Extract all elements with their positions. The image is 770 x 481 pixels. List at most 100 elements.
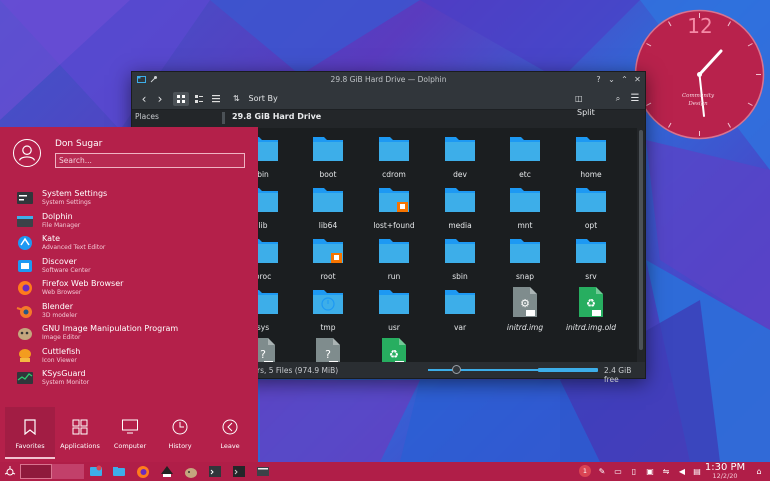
file-item[interactable]: media: [430, 184, 490, 236]
file-item[interactable]: ♻ initrd.img.old: [561, 286, 621, 338]
taskbar-inkscape-icon[interactable]: [160, 464, 174, 479]
file-name: var: [453, 323, 467, 332]
back-icon[interactable]: ‹: [138, 92, 150, 106]
launcher-app-item[interactable]: KSysGuard System Monitor: [16, 368, 251, 388]
hamburger-menu-icon[interactable]: ☰: [629, 92, 641, 106]
discover-icon: [18, 259, 32, 272]
file-item[interactable]: srv: [561, 235, 621, 287]
taskbar-firefox-icon[interactable]: [136, 464, 150, 479]
file-item[interactable]: lib64: [298, 184, 358, 236]
notification-count-badge[interactable]: 1: [579, 465, 591, 477]
scrollbar-thumb[interactable]: [639, 130, 643, 350]
help-icon[interactable]: ?: [593, 74, 604, 85]
launcher-tab-applications[interactable]: Applications: [55, 407, 105, 459]
file-item[interactable]: lost+found: [364, 184, 424, 236]
taskbar-dolphin-icon[interactable]: [112, 464, 126, 479]
forward-icon[interactable]: ›: [154, 92, 166, 106]
clock-caption: Community Design: [681, 93, 715, 107]
file-item[interactable]: ?: [298, 337, 358, 362]
file-name: root: [320, 272, 336, 281]
location-breadcrumb[interactable]: 29.8 GiB Hard Drive: [232, 112, 321, 121]
app-description: Advanced Text Editor: [42, 244, 106, 251]
display-icon[interactable]: ▣: [645, 466, 655, 477]
minimize-icon[interactable]: ⌄: [606, 74, 617, 85]
search-icon[interactable]: ⌕: [612, 92, 624, 106]
analog-clock-widget[interactable]: 12 Community Design: [633, 8, 766, 141]
sort-by-button[interactable]: ⇅ Sort By ⌄: [233, 92, 289, 117]
file-view-scrollbar[interactable]: [637, 128, 645, 362]
window-titlebar[interactable]: 29.8 GiB Hard Drive — Dolphin ? ⌄ ⌃ ✕: [132, 72, 645, 88]
launcher-tab-leave[interactable]: Leave: [205, 407, 255, 459]
taskbar-gimp-icon[interactable]: [184, 464, 198, 479]
file-item[interactable]: opt: [561, 184, 621, 236]
launcher-tab-history[interactable]: History: [155, 407, 205, 459]
launcher-tab-favorites[interactable]: Favorites: [5, 407, 55, 459]
launcher-search-input[interactable]: [55, 153, 245, 168]
taskbar-app-icon[interactable]: [256, 464, 270, 479]
file-item[interactable]: boot: [298, 133, 358, 185]
file-item[interactable]: mnt: [495, 184, 555, 236]
file-item[interactable]: ⚙ initrd.img: [495, 286, 555, 338]
svg-text:?: ?: [260, 348, 266, 361]
launcher-app-item[interactable]: System Settings System Settings: [16, 188, 251, 208]
battery-icon[interactable]: ▯: [629, 466, 639, 477]
places-panel-splitter[interactable]: [222, 112, 225, 124]
launcher-app-item[interactable]: Kate Advanced Text Editor: [16, 233, 251, 253]
launcher-tab-computer[interactable]: Computer: [105, 407, 155, 459]
file-item[interactable]: etc: [495, 133, 555, 185]
launcher-app-item[interactable]: Firefox Web Browser Web Browser: [16, 278, 251, 298]
icons-view-button[interactable]: [173, 92, 189, 106]
launcher-app-item[interactable]: GNU Image Manipulation Program Image Edit…: [16, 323, 251, 343]
file-item[interactable]: sbin: [430, 235, 490, 287]
taskbar-terminal-icon[interactable]: [208, 464, 222, 479]
file-name: sbin: [452, 272, 468, 281]
launcher-app-item[interactable]: Blender 3D modeler: [16, 301, 251, 321]
maximize-icon[interactable]: ⌃: [619, 74, 630, 85]
zoom-slider-handle[interactable]: [452, 365, 461, 374]
taskbar-konsole-icon[interactable]: [232, 464, 246, 479]
file-item[interactable]: tmp: [298, 286, 358, 338]
sort-icon: ⇅: [233, 94, 240, 103]
svg-text:⚙: ⚙: [520, 297, 530, 310]
clipboard-icon[interactable]: ▭: [613, 466, 623, 477]
file-item[interactable]: var: [430, 286, 490, 338]
file-item[interactable]: run: [364, 235, 424, 287]
tab-label: Computer: [113, 442, 147, 450]
split-button[interactable]: ◫ Split: [575, 92, 605, 117]
launcher-app-item[interactable]: Discover Software Center: [16, 256, 251, 276]
app-description: Software Center: [42, 266, 91, 274]
icons-view-icon: [177, 95, 185, 103]
user-avatar-icon[interactable]: [13, 139, 41, 167]
file-item[interactable]: root: [298, 235, 358, 287]
compact-view-button[interactable]: [192, 92, 206, 106]
wifi-tool-icon[interactable]: ✎: [597, 466, 607, 477]
zoom-slider-track[interactable]: [428, 369, 538, 371]
file-item[interactable]: ♻: [364, 337, 424, 362]
tab-label: History: [168, 442, 192, 450]
taskbar: 1 ✎ ▭ ▯ ▣ ⇋ ◀ ▤ 1:30 PM 12/2/20 ⌂: [0, 462, 770, 481]
launcher-app-item[interactable]: Dolphin File Manager: [16, 211, 251, 231]
launcher-app-item[interactable]: Cuttlefish Icon Viewer: [16, 346, 251, 366]
taskbar-settings-icon[interactable]: [89, 464, 103, 479]
file-name: usr: [388, 323, 400, 332]
app-name: Blender: [42, 301, 73, 311]
file-item[interactable]: snap: [495, 235, 555, 287]
file-item[interactable]: home: [561, 133, 621, 185]
close-icon[interactable]: ✕: [632, 74, 643, 85]
file-view[interactable]: bin boot cdrom dev etc home lib lib64 lost+found…: [225, 128, 637, 362]
launcher-button[interactable]: [3, 464, 17, 479]
virtual-desktop-1[interactable]: [20, 464, 52, 479]
details-view-button[interactable]: [209, 92, 223, 106]
volume-icon[interactable]: ◀: [677, 466, 687, 477]
app-description: Web Browser: [42, 289, 82, 296]
virtual-desktop-2[interactable]: [52, 464, 84, 479]
file-name: srv: [585, 272, 597, 281]
taskbar-date[interactable]: 12/2/20: [700, 472, 750, 480]
file-item[interactable]: cdrom: [364, 133, 424, 185]
details-view-icon: [212, 95, 220, 103]
usb-icon[interactable]: ⇋: [661, 466, 671, 477]
file-item[interactable]: dev: [430, 133, 490, 185]
show-desktop-icon[interactable]: ⌂: [754, 466, 764, 477]
file-item[interactable]: usr: [364, 286, 424, 338]
blender-icon: [16, 305, 32, 318]
